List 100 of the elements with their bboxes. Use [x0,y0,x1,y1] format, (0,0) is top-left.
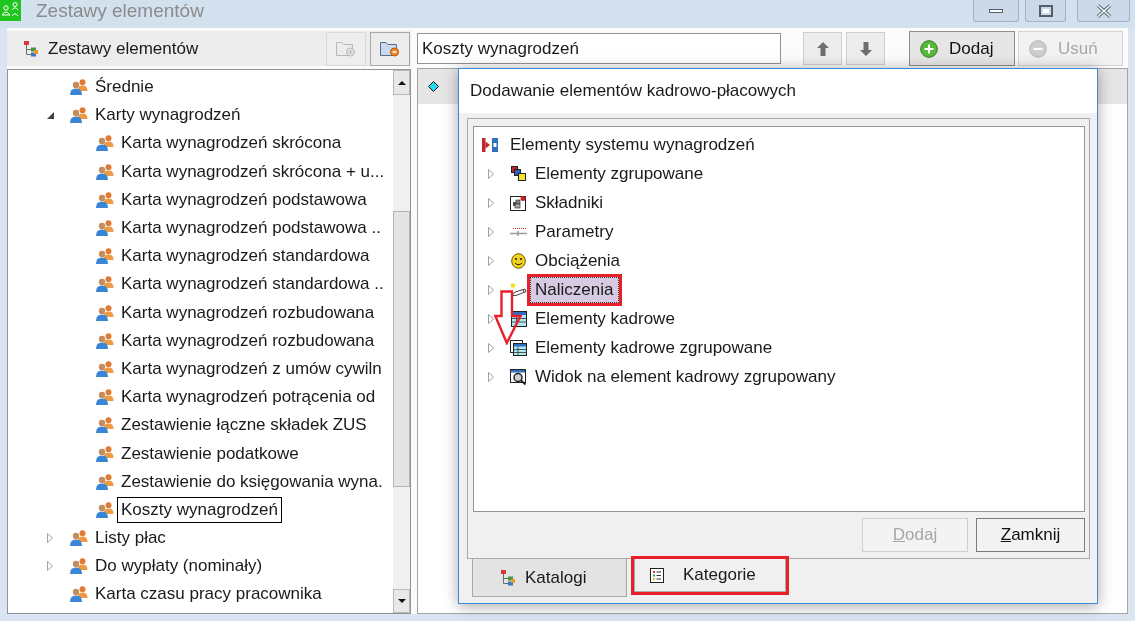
tree-item[interactable]: Zestawienie do księgowania wyna. [117,468,387,495]
maximize-button[interactable] [1025,0,1066,22]
tree-item[interactable]: Karty wynagrodzeń [91,102,245,129]
collapsed-arrow-icon[interactable] [488,197,494,208]
people-icon [96,389,114,406]
table-icon [510,339,527,356]
people-icon [70,586,88,603]
close-dialog-button[interactable]: Zamknij [976,518,1085,552]
stacked-squares-icon [511,166,526,181]
collapsed-arrow-icon[interactable] [488,342,494,353]
people-icon [70,107,88,124]
scroll-up-button[interactable] [393,70,410,95]
people-icon [96,445,114,462]
plus-icon [920,39,938,58]
tree-item[interactable]: Karta wynagrodzeń skrócona + u... [117,158,389,185]
people-icon [96,417,114,434]
collapsed-arrow-icon[interactable] [488,168,494,179]
collapsed-arrow-icon[interactable] [488,226,494,237]
up-caret-icon [397,80,406,85]
tree-structure-icon [501,569,515,586]
collapsed-arrow-icon[interactable] [488,371,494,382]
folder-add-icon [336,40,356,57]
tree-item[interactable]: Karta wynagrodzeń z umów cywiln [117,355,386,382]
scrollbar-thumb[interactable] [393,211,410,487]
people-icon [96,473,114,490]
tree-item[interactable]: Składniki [530,189,610,216]
tree-item[interactable]: Koszty wynagrodzeń [117,496,282,523]
smiley-icon [511,252,526,269]
tree-item[interactable]: Do wypłaty (nominały) [91,553,267,580]
diamond-icon [428,81,439,92]
tree-item[interactable]: Karta wynagrodzeń rozbudowana [117,299,379,326]
collapsed-arrow-icon[interactable] [488,255,494,266]
collapsed-arrow-icon[interactable] [47,533,53,544]
people-icon [96,276,114,293]
down-arrow-icon [859,41,872,56]
people-icon [96,501,114,518]
people-icon [96,332,114,349]
dialog-title: Dodawanie elementów kadrowo-płacowych [470,80,796,103]
tree-item[interactable]: Elementy kadrowe [530,305,681,332]
tab[interactable]: Katalogi [472,559,627,597]
down-caret-icon [397,599,406,603]
tree-item[interactable]: Parametry [530,218,620,245]
tree-item[interactable]: Karta wynagrodzeń potrącenia od [117,384,380,411]
window-title: Zestawy elementów [36,0,204,22]
people-icon [96,135,114,152]
minimize-icon [989,8,1003,13]
tree-item[interactable]: Zestawienie podatkowe [117,440,303,467]
people-icon [70,558,88,575]
up-arrow-icon [816,41,829,56]
close-button[interactable] [1077,0,1130,22]
tree-item[interactable]: Karta wynagrodzeń podstawowa .. [117,215,385,242]
expanded-arrow-icon[interactable] [46,111,54,119]
tree-item[interactable]: Karta wynagrodzeń rozbudowana [117,327,379,354]
tree-item[interactable]: Karta wynagrodzeń standardowa .. [117,271,388,298]
people-icon [70,79,88,96]
people-icon [96,248,114,265]
app-icon [0,0,21,21]
people-icon [96,360,114,377]
tree-item[interactable]: Średnie [91,74,158,101]
tree-item[interactable]: Elementy kadrowe zgrupowane [530,334,779,361]
dotted-line-icon [510,226,527,237]
scroll-down-button[interactable] [393,589,410,613]
flowchart-icon [482,136,498,153]
list-icon [650,567,664,583]
magnifier-icon [510,368,527,385]
tree-item[interactable]: Elementy zgrupowane [530,160,710,187]
tree-structure-icon [24,40,38,57]
tree-item[interactable]: Obciążenia [530,247,627,274]
tree-item[interactable]: Zestawienie łączne składek ZUS [117,412,371,439]
card-icon [510,194,527,211]
panel-title: Zestawy elementów [48,37,199,60]
people-icon [96,220,114,237]
pencil-icon [510,282,527,297]
tree-item[interactable]: Karta wynagrodzeń skrócona [117,130,346,157]
collapsed-arrow-icon[interactable] [47,561,53,572]
add-button[interactable]: Dodaj [909,31,1015,66]
name-field[interactable]: Koszty wynagrodzeń [417,33,781,64]
tab[interactable]: Kategorie [634,559,786,592]
people-icon [96,304,114,321]
tree-item[interactable]: Karta czasu pracy pracownika [91,581,326,608]
collapsed-arrow-icon[interactable] [488,313,494,324]
tree-item[interactable]: Karta wynagrodzeń podstawowa [117,186,371,213]
people-icon [96,191,114,208]
people-icon [70,530,88,547]
tree-item[interactable]: Listy płac [91,525,170,552]
move-up-button[interactable] [803,32,842,65]
tree-item[interactable]: Elementy systemu wynagrodzeń [504,130,761,159]
close-icon [1095,3,1112,18]
tree-item[interactable]: Naliczenia [530,276,620,303]
collapsed-arrow-icon[interactable] [488,284,494,295]
scrollbar[interactable] [393,70,410,613]
toolbar-button[interactable] [370,31,410,66]
move-down-button[interactable] [846,32,885,65]
folder-remove-icon [380,40,400,57]
minimize-button[interactable] [973,0,1019,22]
people-icon [96,163,114,180]
tree-item[interactable]: Karta wynagrodzeń standardowa [117,243,374,270]
annotation-arrow [494,290,522,345]
minus-icon [1029,39,1047,58]
tree-item[interactable]: Widok na element kadrowy zgrupowany [530,363,842,390]
